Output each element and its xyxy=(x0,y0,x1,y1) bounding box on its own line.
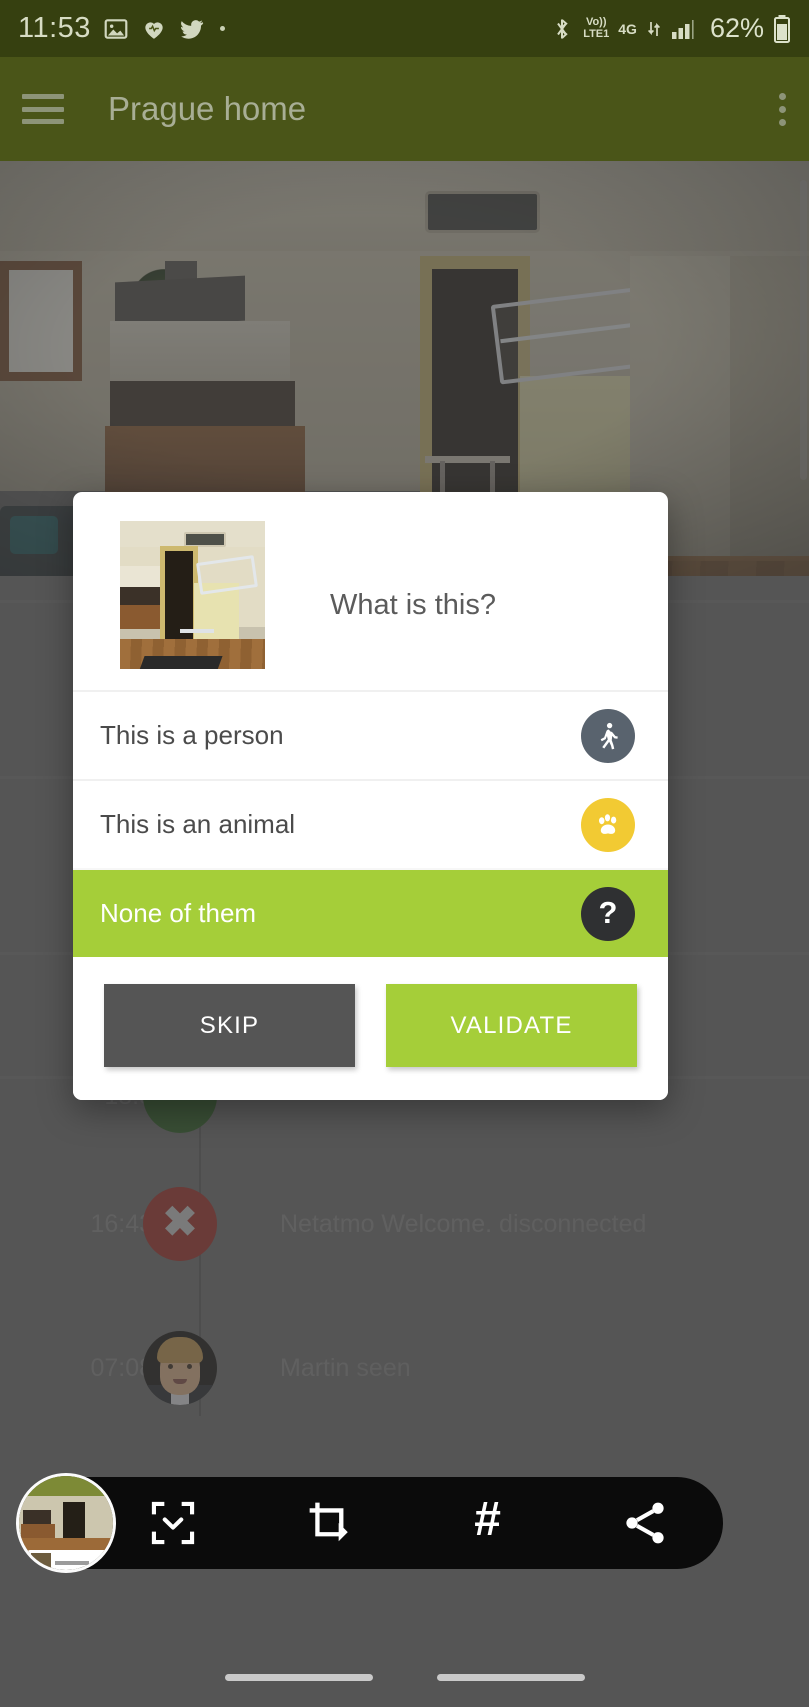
dot-icon xyxy=(219,26,225,31)
phone-screen: 11:4 18:3 16:43 ✖ Netatmo Welcome. disco… xyxy=(0,0,809,1707)
walking-person-icon xyxy=(581,708,635,763)
dialog-header: What is this? xyxy=(73,492,668,690)
status-bar: 11:53 Vo)) LTE1 4G 62% xyxy=(0,0,809,57)
hashtag-icon[interactable]: # xyxy=(461,1496,515,1550)
option-label: This is a person xyxy=(100,720,284,750)
status-bar-right: Vo)) LTE1 4G 62% xyxy=(550,13,791,44)
twitter-icon xyxy=(179,16,205,42)
app-bar: Prague home xyxy=(0,57,809,161)
battery-icon xyxy=(773,14,791,44)
question-mark-icon: ? xyxy=(581,886,635,941)
option-this-is-a-person[interactable]: This is a person xyxy=(73,690,668,779)
dialog-actions: SKIP VALIDATE xyxy=(73,957,668,1100)
signal-bars-icon xyxy=(671,17,699,41)
image-icon xyxy=(103,16,129,42)
volte-icon: Vo)) LTE1 xyxy=(583,15,610,40)
gesture-pill[interactable] xyxy=(224,1673,373,1681)
heart-icon xyxy=(141,16,167,42)
option-label: None of them xyxy=(100,898,257,928)
option-label: This is an animal xyxy=(100,809,296,839)
status-clock: 11:53 xyxy=(18,12,91,44)
screenshot-preview-thumbnail[interactable] xyxy=(16,1473,116,1573)
gesture-pill[interactable] xyxy=(436,1673,585,1681)
scroll-capture-icon[interactable] xyxy=(146,1496,200,1550)
share-icon[interactable] xyxy=(618,1496,672,1550)
dialog-question: What is this? xyxy=(330,589,496,621)
crop-edit-icon[interactable] xyxy=(303,1496,357,1550)
option-none-of-them[interactable]: None of them ? xyxy=(73,868,668,957)
page-title: Prague home xyxy=(108,90,307,127)
screenshot-toolbar: # xyxy=(16,1473,723,1573)
hamburger-menu-icon[interactable] xyxy=(22,94,64,124)
status-bar-left: 11:53 xyxy=(18,12,550,45)
screenshot-toolbar-buttons: # xyxy=(146,1496,706,1550)
navigation-gesture-bars xyxy=(0,1647,809,1707)
event-snapshot-thumbnail[interactable] xyxy=(120,521,265,669)
network-type-label: 4G xyxy=(618,20,637,37)
what-is-this-dialog: What is this? This is a person This is a… xyxy=(73,492,668,1100)
option-this-is-an-animal[interactable]: This is an animal xyxy=(73,779,668,868)
battery-percent-label: 62% xyxy=(709,13,764,43)
bluetooth-icon xyxy=(550,16,574,42)
paw-print-icon xyxy=(581,797,635,852)
data-arrows-icon xyxy=(646,17,662,41)
skip-button[interactable]: SKIP xyxy=(104,984,355,1067)
more-vertical-icon[interactable] xyxy=(777,92,787,126)
validate-button[interactable]: VALIDATE xyxy=(386,984,637,1067)
